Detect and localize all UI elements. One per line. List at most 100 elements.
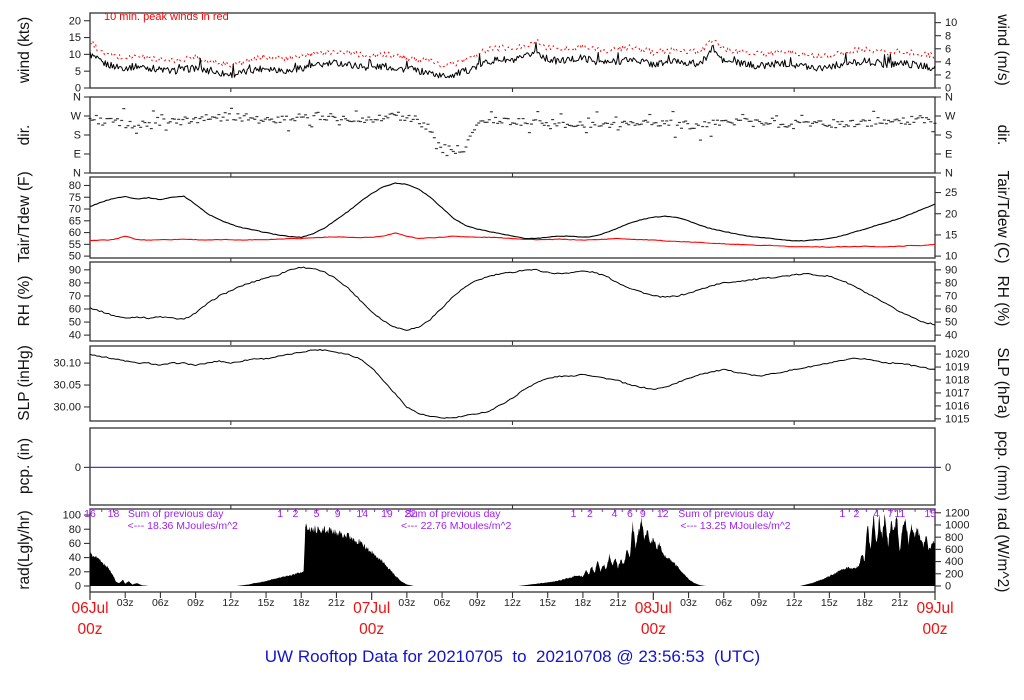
dir-scatter-mark: [661, 120, 664, 122]
dir-scatter-mark: [798, 121, 802, 124]
pcp-right-axis-title: pcp. (mm): [994, 431, 1011, 501]
dir-scatter-mark: [899, 122, 903, 125]
dir-scatter-mark: [227, 113, 231, 115]
dir-scatter-mark: [906, 121, 909, 123]
dir-scatter-mark: [494, 116, 498, 119]
dir-scatter-mark: [270, 118, 274, 120]
dir-scatter-mark: [477, 122, 481, 124]
dir-scatter-mark: [238, 117, 242, 119]
temp-ytick-label-left: 75: [69, 192, 81, 204]
dir-scatter-mark: [910, 115, 914, 118]
dir-scatter-mark: [101, 124, 105, 126]
temp-ytick-label-left: 80: [69, 180, 81, 192]
dir-scatter-mark: [629, 121, 633, 123]
dir-scatter-mark: [870, 125, 874, 127]
dir-scatter-mark: [200, 116, 204, 118]
dir-scatter-mark: [525, 123, 529, 125]
dir-scatter-mark: [154, 122, 157, 124]
dir-scatter-mark: [724, 119, 728, 121]
dir-scatter-mark: [124, 127, 128, 129]
dir-scatter-mark: [639, 123, 643, 125]
dir-scatter-mark: [608, 126, 612, 128]
temp-ytick-label-right: 25: [945, 187, 957, 199]
dir-scatter-mark: [187, 122, 191, 124]
dir-scatter-mark: [496, 122, 500, 124]
dir-scatter-mark: [834, 127, 838, 129]
dir-scatter-mark: [789, 123, 793, 125]
dir-scatter-mark: [236, 113, 240, 115]
rad-ytick-label-left: 20: [69, 566, 81, 578]
tair-series: [89, 182, 936, 242]
dir-scatter-mark: [394, 114, 398, 116]
x-day-sublabel: 00z: [641, 621, 666, 638]
dir-scatter-mark: [310, 126, 314, 128]
wind-left-axis-title: wind (kts): [16, 16, 33, 84]
wind-right-axis-title: wind (m/s): [994, 14, 1011, 86]
dir-scatter-mark: [593, 124, 597, 126]
dir-scatter-mark: [175, 122, 179, 124]
dir-scatter-mark: [684, 120, 688, 122]
dir-scatter-mark: [734, 118, 738, 120]
dir-scatter-mark: [559, 113, 563, 115]
dir-scatter-mark: [610, 123, 614, 125]
wind-ytick-label-left: 15: [69, 32, 81, 44]
dir-scatter-mark: [367, 116, 371, 118]
dir-scatter-mark: [147, 122, 151, 124]
rh-ytick-label-left: 50: [69, 317, 81, 329]
dir-scatter-mark: [92, 119, 96, 121]
rad-sum-annotation-line2: <--- 13.25 MJoules/m^2: [680, 520, 790, 532]
plot-svg: 051015200246810NWSENNWSEN505560657075801…: [53, 12, 969, 638]
slp-ytick-label-left: 30.00: [53, 402, 81, 414]
dir-scatter-mark: [589, 126, 593, 128]
dir-scatter-mark: [132, 125, 136, 127]
x-hour-label: 06z: [152, 597, 169, 609]
slp-ytick-label-right: 1016: [945, 400, 969, 412]
dir-scatter-mark: [99, 117, 103, 119]
dir-scatter-mark: [297, 113, 301, 115]
dir-scatter-mark: [375, 119, 379, 121]
dir-scatter-mark: [732, 124, 736, 126]
dir-scatter-mark: [644, 119, 648, 121]
dir-scatter-mark: [895, 118, 899, 120]
dir-scatter-mark: [830, 126, 833, 128]
dir-scatter-mark: [122, 108, 126, 110]
rad-left-axis-title: rad(Lgly/hr): [16, 510, 33, 590]
dir-scatter-mark: [261, 120, 265, 122]
dir-scatter-mark: [787, 125, 791, 127]
dir-scatter-mark: [301, 116, 305, 118]
dir-scatter-mark: [329, 113, 333, 115]
dir-scatter-mark: [908, 123, 912, 125]
dir-scatter-mark: [587, 117, 590, 119]
dir-scatter-mark: [758, 120, 762, 123]
dir-scatter-mark: [544, 122, 548, 124]
dir-scatter-mark: [166, 122, 170, 124]
dir-scatter-mark: [295, 116, 299, 118]
dir-scatter-mark: [887, 119, 890, 122]
dir-scatter-mark: [692, 127, 696, 129]
x-hour-label: 09z: [750, 597, 767, 609]
rad-ytick-label-right: 400: [945, 556, 963, 568]
dir-left-axis-title: dir.: [16, 124, 33, 146]
dir-scatter-mark: [160, 114, 164, 116]
dir-scatter-mark: [565, 123, 569, 125]
dir-scatter-mark: [595, 111, 599, 113]
dir-scatter-mark: [156, 116, 160, 119]
dir-scatter-mark: [667, 124, 671, 126]
slp-left-axis-title: SLP (inHg): [16, 345, 33, 421]
dir-scatter-mark: [168, 121, 172, 123]
slp-ytick-label-right: 1020: [945, 349, 969, 361]
x-day-sublabel: 00z: [78, 621, 103, 638]
rad-sum-annotation-line2: <--- 18.36 MJoules/m^2: [128, 520, 238, 532]
dir-scatter-mark: [327, 115, 331, 117]
dir-scatter-mark: [561, 121, 565, 123]
dir-scatter-mark: [840, 120, 844, 123]
pcp-ytick-label-right: 0: [945, 462, 951, 474]
dir-scatter-mark: [489, 111, 493, 113]
dir-scatter-mark: [770, 117, 774, 119]
dir-scatter-mark: [204, 114, 208, 116]
dir-scatter-mark: [785, 126, 789, 128]
dir-scatter-mark: [578, 121, 582, 123]
rh-right-axis-title: RH (%): [994, 275, 1011, 327]
dir-scatter-mark: [396, 111, 400, 113]
dir-scatter-mark: [276, 116, 280, 118]
